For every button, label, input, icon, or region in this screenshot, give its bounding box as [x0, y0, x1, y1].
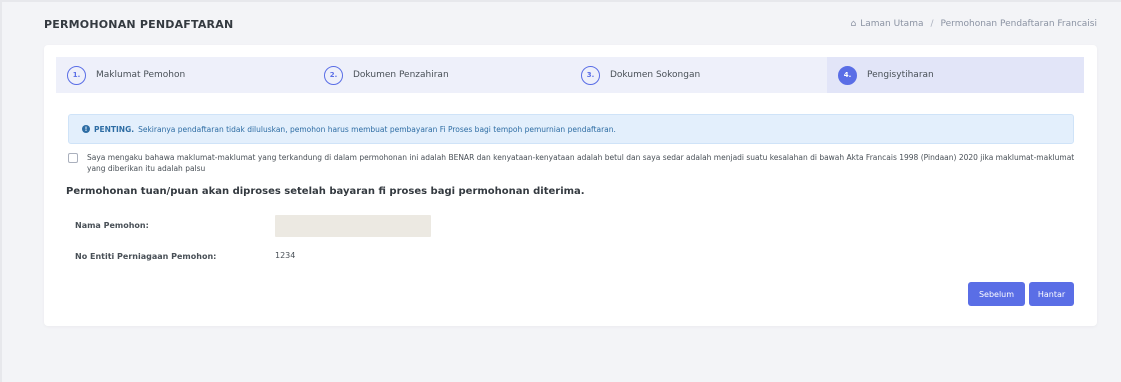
step-label: Dokumen Penzahiran	[353, 70, 449, 80]
step-pengisytiharan[interactable]: 4. Pengisytiharan	[827, 57, 1084, 93]
important-alert: ! PENTING. Sekiranya pendaftaran tidak d…	[68, 114, 1074, 144]
step-number: 3.	[581, 65, 600, 85]
stepper: 1. Maklumat Pemohon 2. Dokumen Penzahira…	[56, 57, 1084, 93]
alert-text: Sekiranya pendaftaran tidak diluluskan, …	[138, 124, 616, 134]
step-number: 1.	[67, 65, 86, 85]
submit-button[interactable]: Hantar	[1029, 282, 1074, 306]
home-icon[interactable]: ⌂	[850, 19, 856, 29]
breadcrumb-current: Permohonan Pendaftaran Francaisi	[940, 19, 1097, 29]
step-dokumen-penzahiran[interactable]: 2. Dokumen Penzahiran	[313, 57, 570, 93]
page-title: PERMOHONAN PENDAFTARAN	[44, 17, 234, 31]
page-header: PERMOHONAN PENDAFTARAN ⌂ Laman Utama / P…	[44, 13, 1097, 35]
breadcrumb-home[interactable]: Laman Utama	[860, 19, 923, 29]
step-number: 2.	[324, 65, 343, 85]
form-card: 1. Maklumat Pemohon 2. Dokumen Penzahira…	[44, 45, 1097, 326]
step-dokumen-sokongan[interactable]: 3. Dokumen Sokongan	[570, 57, 827, 93]
step-maklumat-pemohon[interactable]: 1. Maklumat Pemohon	[56, 57, 313, 93]
entity-number-value: 1234	[275, 251, 296, 260]
info-icon: !	[82, 125, 90, 133]
declaration: Saya mengaku bahawa maklumat-maklumat ya…	[68, 152, 1078, 174]
breadcrumb-separator: /	[930, 19, 934, 29]
step-number: 4.	[838, 65, 857, 85]
window-left-border	[0, 0, 2, 382]
step-label: Maklumat Pemohon	[96, 70, 186, 80]
breadcrumb: ⌂ Laman Utama / Permohonan Pendaftaran F…	[850, 19, 1097, 29]
alert-strong: PENTING.	[94, 124, 135, 134]
step-label: Pengisytiharan	[867, 70, 934, 80]
name-field[interactable]	[275, 215, 431, 237]
declaration-text: Saya mengaku bahawa maklumat-maklumat ya…	[87, 153, 1075, 173]
entity-number-label: No Entiti Perniagaan Pemohon:	[75, 252, 217, 261]
step-label: Dokumen Sokongan	[610, 70, 701, 80]
previous-button[interactable]: Sebelum	[968, 282, 1025, 306]
declaration-checkbox[interactable]	[68, 153, 78, 163]
window-top-border	[0, 0, 1121, 2]
section-subtitle: Permohonan tuan/puan akan diproses setel…	[66, 186, 585, 197]
name-label: Nama Pemohon:	[75, 221, 149, 230]
